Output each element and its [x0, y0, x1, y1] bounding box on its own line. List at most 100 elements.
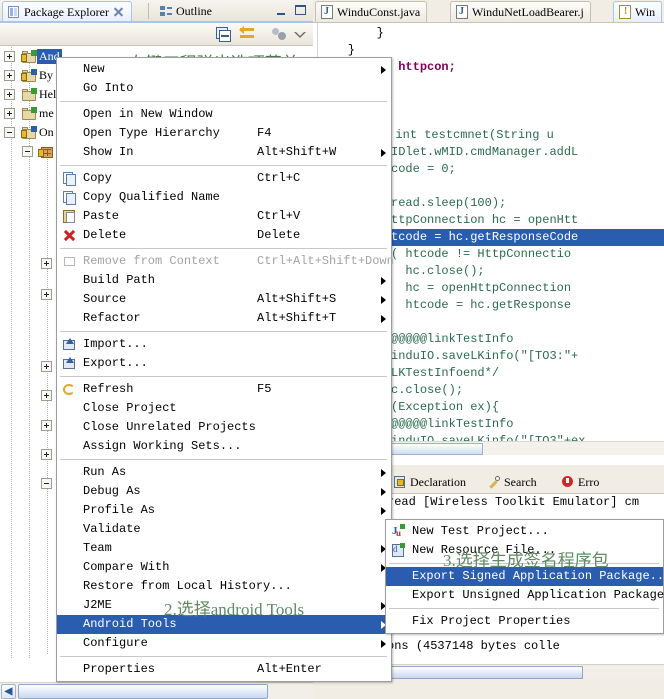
maximize-button[interactable] [293, 4, 308, 17]
tree-row-4[interactable]: On [4, 123, 56, 142]
tree-hscrollbar[interactable]: ◀ [0, 682, 313, 699]
menu-accel: Alt+Enter [257, 662, 322, 676]
menu-item-source[interactable]: Source Alt+Shift+S [57, 290, 391, 309]
refresh-icon [62, 382, 77, 397]
editor-tab-label: WinduNetLoadBearer.j [472, 4, 584, 19]
tree-row-1[interactable]: By [4, 66, 55, 85]
menu-item-refactor[interactable]: Refactor Alt+Shift+T [57, 309, 391, 328]
expander-icon[interactable] [41, 390, 52, 401]
tab-label: Erro [578, 475, 600, 489]
chevron-down-icon[interactable] [292, 26, 309, 43]
java-file-icon [321, 5, 333, 19]
project-context-menu[interactable]: New Go Into Open in New Window Open Type… [56, 57, 394, 682]
submenu-item-fix-project-properties[interactable]: Fix Project Properties [386, 612, 663, 631]
submenu-item-export-unsigned-application-package[interactable]: Export Unsigned Application Package... [386, 586, 664, 605]
menu-item-import[interactable]: Import... [57, 335, 391, 354]
search-icon [488, 476, 501, 489]
annotation-step-2: 2.选择android Tools [164, 600, 305, 619]
submenu-arrow-icon [381, 296, 386, 304]
menu-item-show-in[interactable]: Show In Alt+Shift+W [57, 143, 391, 162]
tab-error-log[interactable]: Erro [557, 472, 604, 493]
filters-icon[interactable] [271, 26, 288, 43]
tree-row-3[interactable]: me [4, 104, 56, 123]
code-line: } [319, 26, 384, 40]
scroll-thumb[interactable] [18, 684, 268, 699]
editor-tab-2[interactable]: Win [613, 1, 663, 22]
menu-item-validate[interactable]: Validate [57, 520, 391, 539]
expander-icon[interactable] [41, 420, 52, 431]
project-icon [21, 106, 37, 121]
menu-item-copy[interactable]: Copy Ctrl+C [57, 169, 391, 188]
menu-accel: Alt+Shift+W [257, 145, 337, 159]
tree-row-2[interactable]: Hel [4, 85, 58, 104]
collapse-all-button[interactable] [215, 26, 232, 43]
menu-item-close-unrelated-projects[interactable]: Close Unrelated Projects [57, 418, 391, 437]
menu-item-compare-with[interactable]: Compare With [57, 558, 391, 577]
submenu-arrow-icon [381, 66, 386, 74]
expander-icon[interactable] [4, 127, 15, 138]
export-icon [62, 356, 77, 371]
menu-item-open-in-new-window[interactable]: Open in New Window [57, 105, 391, 124]
expander-icon[interactable] [4, 89, 15, 100]
close-icon[interactable] [113, 6, 124, 18]
menu-item-export[interactable]: Export... [57, 354, 391, 373]
resource-file-icon: d [391, 543, 406, 558]
tab-outline[interactable]: Outline [155, 1, 219, 22]
tree-item-label: me [39, 106, 54, 120]
submenu-arrow-icon [381, 507, 386, 515]
editor-tab-0[interactable]: WinduConst.java [315, 1, 428, 22]
menu-accel: F5 [257, 382, 272, 396]
java-project-locked-icon [21, 125, 37, 140]
java-file-icon [456, 5, 468, 19]
scroll-left-arrow[interactable]: ◀ [1, 684, 16, 699]
expander-icon[interactable] [41, 289, 52, 300]
expander-icon[interactable] [41, 449, 52, 460]
copy-icon [62, 171, 77, 186]
editor-tab-1[interactable]: WinduNetLoadBearer.j [450, 1, 591, 22]
menu-item-debug-as[interactable]: Debug As [57, 482, 391, 501]
declaration-icon [394, 476, 407, 489]
expander-icon[interactable] [4, 108, 15, 119]
menu-item-copy-qualified-name[interactable]: Copy Qualified Name [57, 188, 391, 207]
expander-icon[interactable] [41, 478, 52, 489]
menu-item-refresh[interactable]: Refresh F5 [57, 380, 391, 399]
menu-item-run-as[interactable]: Run As [57, 463, 391, 482]
submenu-arrow-icon [381, 277, 386, 285]
tab-package-explorer[interactable]: Package Explorer [2, 1, 132, 22]
menu-item-restore-from-local-history[interactable]: Restore from Local History... [57, 577, 391, 596]
menu-item-new[interactable]: New [57, 60, 391, 79]
menu-item-profile-as[interactable]: Profile As [57, 501, 391, 520]
menu-item-go-into[interactable]: Go Into [57, 79, 391, 98]
import-icon [62, 337, 77, 352]
tree-row-5[interactable] [22, 142, 55, 161]
link-with-editor-button[interactable] [239, 26, 256, 43]
tree-row-0[interactable]: And [4, 47, 62, 66]
menu-item-assign-working-sets[interactable]: Assign Working Sets... [57, 437, 391, 456]
expander-icon[interactable] [41, 361, 52, 372]
view-tabbar: Package Explorer Outline [0, 0, 313, 22]
menu-item-paste[interactable]: Paste Ctrl+V [57, 207, 391, 226]
minimize-button[interactable] [274, 4, 289, 17]
menu-item-open-type-hierarchy[interactable]: Open Type Hierarchy F4 [57, 124, 391, 143]
source-folder-icon [38, 145, 55, 159]
menu-item-build-path[interactable]: Build Path [57, 271, 391, 290]
menu-separator [60, 656, 387, 657]
expander-icon[interactable] [4, 51, 15, 62]
android-tools-submenu[interactable]: J u New Test Project... d New Resource F… [385, 519, 664, 634]
tab-declaration[interactable]: Declaration [389, 472, 471, 493]
expander-icon[interactable] [4, 70, 15, 81]
menu-accel: Ctrl+V [257, 209, 301, 223]
menu-item-configure[interactable]: Configure [57, 634, 391, 653]
menu-item-properties[interactable]: Properties Alt+Enter [57, 660, 391, 679]
menu-item-delete[interactable]: Delete Delete [57, 226, 391, 245]
expander-icon[interactable] [22, 146, 33, 157]
submenu-arrow-icon [381, 488, 386, 496]
delete-icon [62, 228, 77, 243]
error-log-icon [562, 476, 575, 489]
tree-guide [47, 155, 48, 655]
expander-icon[interactable] [41, 258, 52, 269]
menu-item-close-project[interactable]: Close Project [57, 399, 391, 418]
submenu-item-new-test-project[interactable]: J u New Test Project... [386, 522, 663, 541]
menu-item-team[interactable]: Team [57, 539, 391, 558]
tab-search[interactable]: Search [483, 472, 542, 493]
